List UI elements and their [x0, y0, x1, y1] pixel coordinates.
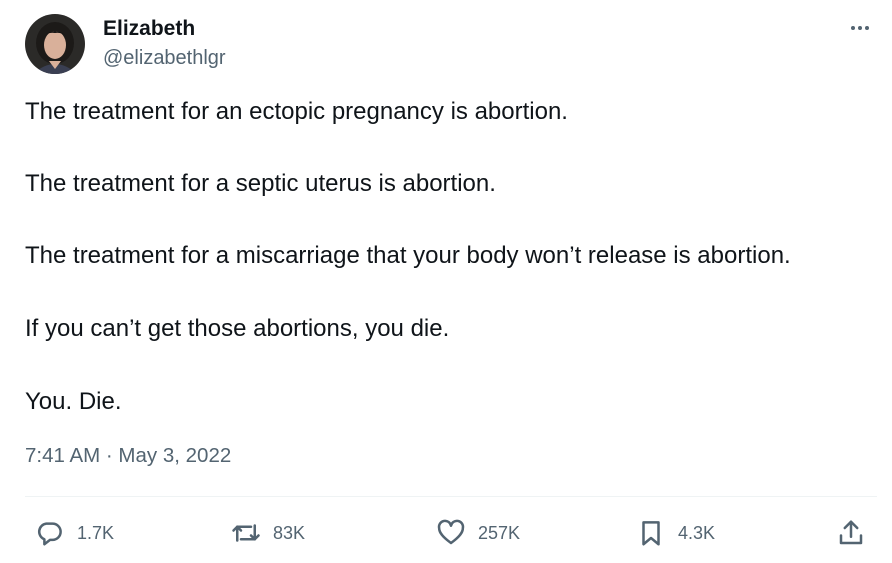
- post-paragraph: The treatment for a miscarriage that you…: [25, 242, 791, 269]
- like-icon: [437, 519, 465, 545]
- post-timestamp[interactable]: 7:41 AM · May 3, 2022: [25, 444, 231, 468]
- like-count: 257K: [478, 522, 521, 543]
- like-button[interactable]: 257K: [436, 515, 520, 551]
- repost-icon: [232, 524, 260, 542]
- author-handle[interactable]: @elizabethlgr: [103, 47, 226, 70]
- reply-count: 1.7K: [77, 522, 115, 543]
- repost-count: 83K: [273, 522, 306, 543]
- reply-icon: [38, 522, 62, 546]
- bookmark-button[interactable]: 4.3K: [636, 515, 715, 551]
- divider: [25, 496, 877, 497]
- reply-button[interactable]: 1.7K: [35, 515, 114, 551]
- post-paragraph: The treatment for an ectopic pregnancy i…: [25, 98, 568, 125]
- post-paragraph: The treatment for a septic uterus is abo…: [25, 170, 496, 197]
- avatar-image: [25, 14, 85, 74]
- avatar[interactable]: [25, 14, 85, 74]
- more-icon[interactable]: [846, 18, 874, 38]
- share-button[interactable]: [836, 515, 866, 551]
- post-paragraph: You. Die.: [25, 388, 122, 415]
- bookmark-count: 4.3K: [678, 522, 716, 543]
- bookmark-icon: [642, 521, 660, 546]
- post-paragraph: If you can’t get those abortions, you di…: [25, 315, 450, 342]
- author-name[interactable]: Elizabeth: [103, 17, 195, 41]
- share-icon: [839, 520, 863, 545]
- repost-button[interactable]: 83K: [231, 515, 305, 551]
